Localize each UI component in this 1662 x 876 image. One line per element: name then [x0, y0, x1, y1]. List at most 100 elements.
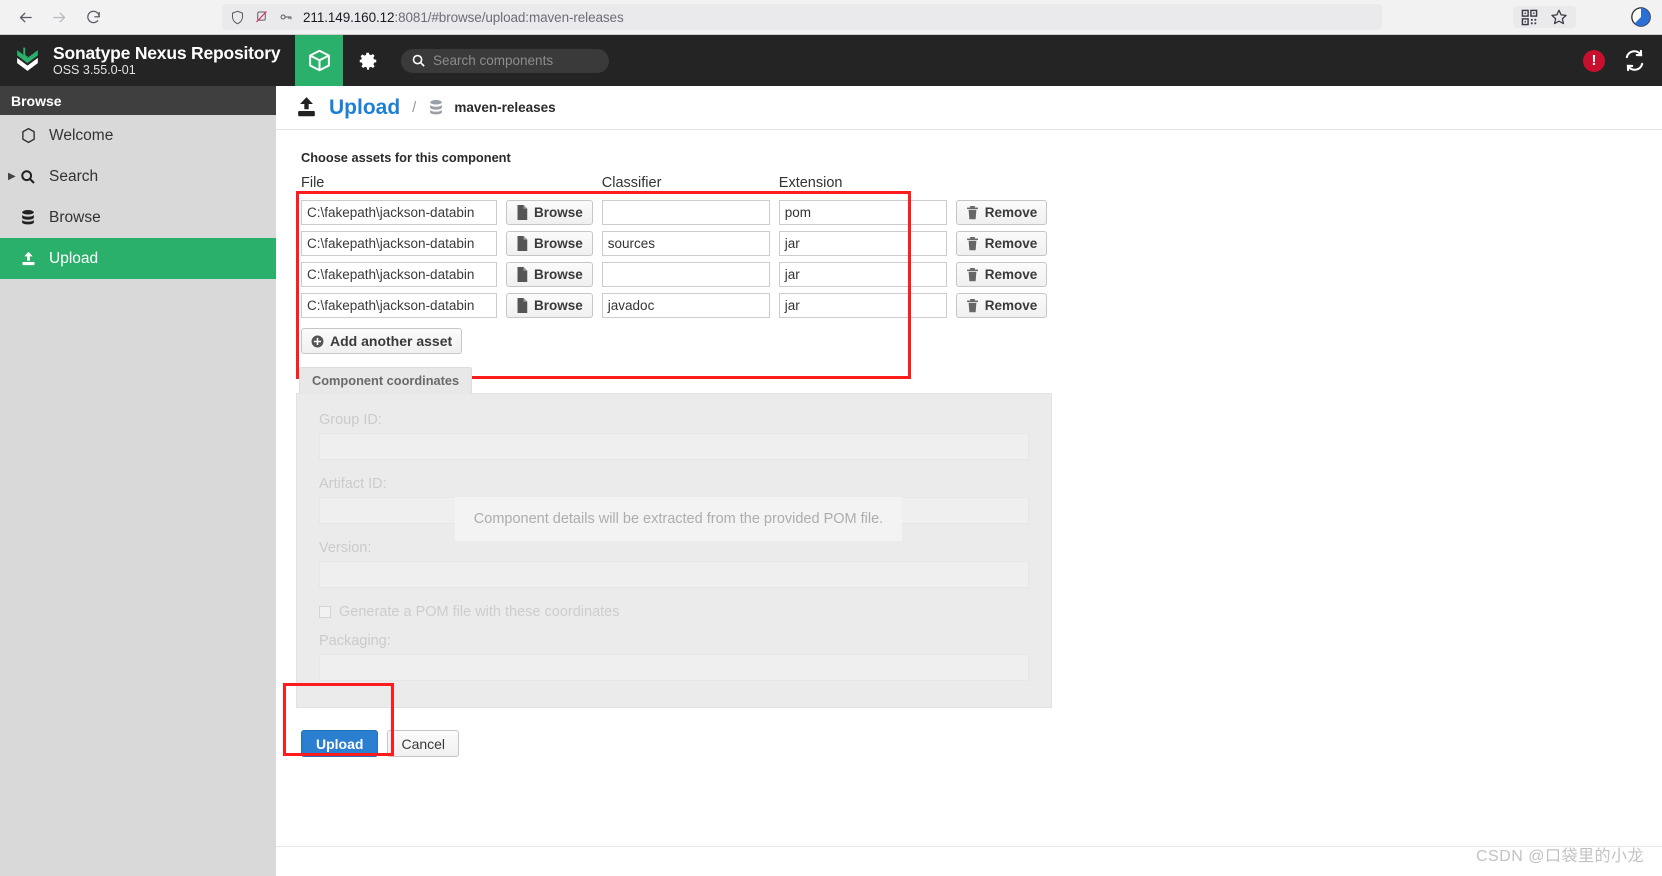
add-another-asset-button[interactable]: Add another asset — [301, 328, 463, 354]
file-path-input-0[interactable]: C:\fakepath\jackson-databin — [301, 200, 497, 225]
nexus-logo-icon — [17, 47, 38, 71]
reload-button[interactable] — [78, 3, 108, 31]
database-icon — [18, 209, 38, 226]
file-icon — [517, 298, 528, 313]
page-title[interactable]: Upload — [329, 96, 400, 120]
column-header-file: File — [301, 175, 325, 191]
browse-button-label-3: Browse — [534, 298, 583, 313]
sidebar: Browse Welcome ▶ Search Browse Upload — [0, 86, 276, 876]
remove-button-3[interactable]: Remove — [955, 293, 1048, 318]
camera-blocked-icon[interactable] — [254, 9, 269, 25]
forward-button[interactable] — [44, 3, 74, 31]
arrow-right-icon — [52, 12, 65, 22]
upload-icon — [298, 97, 315, 117]
extension-input-3[interactable]: jar — [778, 293, 947, 318]
extension-input-0[interactable]: pom — [778, 200, 947, 225]
component-coordinates-section: Component coordinates Group ID: Artifact… — [296, 367, 1052, 708]
version-input[interactable] — [319, 561, 1029, 588]
table-row: C:\fakepath\jackson-databin Browse jar R… — [296, 259, 1051, 290]
upload-form: Choose assets for this component File Cl… — [276, 130, 1662, 757]
refresh-sync-icon[interactable] — [1623, 49, 1646, 72]
star-icon[interactable] — [1550, 8, 1568, 26]
url-path: :8081/#browse/upload:maven-releases — [394, 9, 624, 25]
url-text: 211.149.160.12:8081/#browse/upload:maven… — [303, 10, 624, 25]
classifier-input-3[interactable]: javadoc — [601, 293, 770, 318]
main-content: Upload / maven-releases Choose assets fo… — [276, 86, 1662, 876]
classifier-input-0[interactable] — [601, 200, 770, 225]
component-coordinates-panel: Group ID: Artifact ID: Version: Generate… — [296, 393, 1052, 708]
alert-exclamation-icon[interactable]: ! — [1583, 49, 1605, 72]
classifier-input-1[interactable]: sources — [601, 231, 770, 256]
remove-button-1[interactable]: Remove — [955, 231, 1048, 256]
trash-icon — [966, 236, 978, 250]
assets-table-header-row: File Classifier Extension — [296, 175, 1051, 197]
arrow-left-icon — [19, 12, 32, 22]
chevron-right-icon[interactable]: ▶ — [8, 171, 16, 182]
address-bar[interactable]: 211.149.160.12:8081/#browse/upload:maven… — [222, 4, 1382, 30]
qr-code-icon[interactable] — [1521, 9, 1538, 26]
file-path-input-2[interactable]: C:\fakepath\jackson-databin — [301, 262, 497, 287]
sidebar-item-label-welcome: Welcome — [49, 126, 114, 144]
browse-button-2[interactable]: Browse — [506, 262, 593, 287]
footer-divider — [276, 846, 1662, 847]
component-coordinates-tab[interactable]: Component coordinates — [299, 367, 473, 394]
packaging-label: Packaging: — [319, 633, 391, 649]
search-icon — [412, 54, 425, 67]
header-tab-browse[interactable] — [295, 35, 343, 86]
sidebar-item-label-search: Search — [49, 167, 99, 185]
add-another-asset-label: Add another asset — [330, 333, 453, 349]
file-path-input-1[interactable]: C:\fakepath\jackson-databin — [301, 231, 497, 256]
generate-pom-checkbox-row[interactable]: Generate a POM file with these coordinat… — [319, 604, 1029, 620]
back-button[interactable] — [10, 3, 40, 31]
trash-icon — [966, 267, 978, 281]
reload-icon — [86, 10, 100, 23]
cancel-button[interactable]: Cancel — [387, 730, 460, 757]
sidebar-item-browse[interactable]: Browse — [0, 197, 276, 238]
column-header-remove-spacer — [951, 175, 1052, 197]
extension-input-1[interactable]: jar — [778, 231, 947, 256]
brand[interactable]: Sonatype Nexus Repository OSS 3.55.0-01 — [0, 35, 295, 86]
sidebar-item-welcome[interactable]: Welcome — [0, 115, 276, 156]
file-icon — [517, 267, 528, 282]
sidebar-title: Browse — [0, 86, 276, 115]
classifier-input-2[interactable] — [601, 262, 770, 287]
remove-button-0[interactable]: Remove — [955, 200, 1048, 225]
sidebar-item-label-browse: Browse — [49, 208, 101, 226]
browse-button-0[interactable]: Browse — [506, 200, 593, 225]
coordinates-overlay-message: Component details will be extracted from… — [455, 497, 902, 541]
group-id-label: Group ID: — [319, 412, 382, 428]
sidebar-item-upload[interactable]: Upload — [0, 238, 276, 279]
table-row: C:\fakepath\jackson-databin Browse javad… — [296, 290, 1051, 321]
page-header: Upload / maven-releases — [276, 86, 1662, 130]
header-actions: ! — [1583, 35, 1662, 86]
url-host: 211.149.160.12 — [303, 9, 395, 25]
file-path-input-3[interactable]: C:\fakepath\jackson-databin — [301, 293, 497, 318]
artifact-id-label: Artifact ID: — [319, 476, 387, 492]
remove-button-label-3: Remove — [984, 298, 1038, 313]
table-row: C:\fakepath\jackson-databin Browse pom R… — [296, 197, 1051, 228]
generate-pom-checkbox[interactable] — [319, 606, 331, 618]
account-circle-icon[interactable] — [1630, 6, 1652, 28]
search-input-placeholder: Search components — [433, 53, 554, 68]
hexagon-icon — [18, 127, 38, 144]
remove-button-label-1: Remove — [984, 236, 1038, 251]
browse-button-1[interactable]: Browse — [506, 231, 593, 256]
column-header-browse-spacer — [501, 175, 597, 197]
brand-version: OSS 3.55.0-01 — [53, 63, 136, 78]
browse-button-label-1: Browse — [534, 236, 583, 251]
group-id-input[interactable] — [319, 433, 1029, 460]
key-icon — [280, 14, 292, 20]
upload-button[interactable]: Upload — [301, 730, 379, 757]
packaging-input[interactable] — [319, 654, 1029, 681]
search-components-field[interactable]: Search components — [401, 48, 609, 73]
browse-button-3[interactable]: Browse — [506, 293, 593, 318]
extension-input-2[interactable]: jar — [778, 262, 947, 287]
remove-button-2[interactable]: Remove — [955, 262, 1048, 287]
column-header-extension: Extension — [778, 175, 843, 191]
sidebar-item-search[interactable]: ▶ Search — [0, 156, 276, 197]
table-row: C:\fakepath\jackson-databin Browse sourc… — [296, 228, 1051, 259]
header-tab-admin[interactable] — [343, 35, 393, 86]
browser-toolbar-right — [1513, 6, 1652, 28]
plus-circle-icon — [311, 335, 324, 347]
breadcrumb-repository[interactable]: maven-releases — [454, 100, 555, 115]
